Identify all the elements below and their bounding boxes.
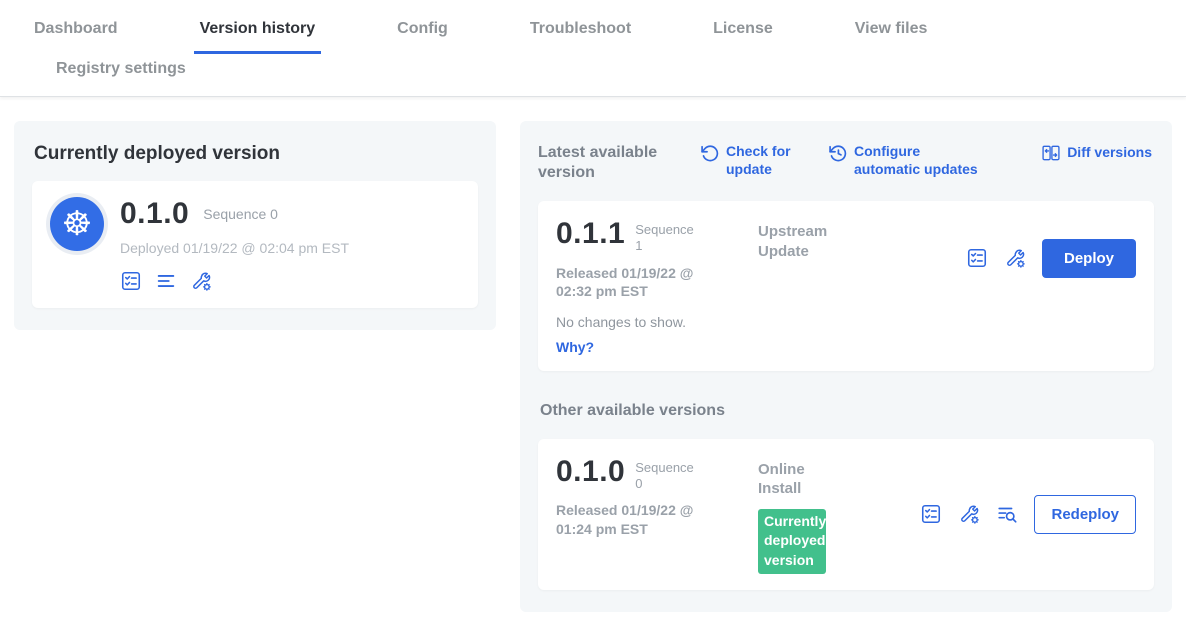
deploy-button[interactable]: Deploy <box>1042 239 1136 278</box>
edit-config-wrench-gear-icon[interactable] <box>1004 247 1026 269</box>
currently-deployed-panel: Currently deployed version ☸ 0.1.0 Seque… <box>14 121 496 330</box>
release-notes-icon[interactable] <box>120 270 142 292</box>
refresh-icon <box>700 143 720 163</box>
latest-version-sequence: Sequence 1 <box>635 222 695 255</box>
top-navigation: Dashboard Version history Config Trouble… <box>0 0 1186 97</box>
latest-released-timestamp: Released 01/19/22 @ 02:32 pm EST <box>556 264 708 300</box>
latest-version-actions: Deploy <box>966 239 1136 278</box>
other-available-versions-title: Other available versions <box>540 401 1154 421</box>
current-deployed-timestamp: Deployed 01/19/22 @ 02:04 pm EST <box>120 240 349 256</box>
latest-available-header: Latest available version Check for updat… <box>538 143 1154 183</box>
latest-version-source: Upstream Update <box>758 222 840 300</box>
tab-license[interactable]: License <box>707 14 779 54</box>
why-link[interactable]: Why? <box>556 339 1136 355</box>
other-version-source: Online Install <box>758 460 840 499</box>
release-notes-icon[interactable] <box>920 503 942 525</box>
diff-versions-icon <box>1041 143 1061 163</box>
latest-version-number: 0.1.1 <box>556 217 625 251</box>
tab-registry-settings[interactable]: Registry settings <box>50 56 1186 82</box>
tab-version-history[interactable]: Version history <box>194 14 322 54</box>
current-version-sequence: Sequence 0 <box>203 206 278 222</box>
tab-troubleshoot[interactable]: Troubleshoot <box>524 14 637 54</box>
auto-update-icon <box>828 143 848 163</box>
edit-config-wrench-gear-icon[interactable] <box>190 270 212 292</box>
release-notes-icon[interactable] <box>966 247 988 269</box>
other-version-card: 0.1.0 Sequence 0 Released 01/19/22 @ 01:… <box>538 439 1154 590</box>
other-released-timestamp: Released 01/19/22 @ 01:24 pm EST <box>556 501 708 537</box>
nav-tab-row-secondary: Registry settings <box>0 54 1186 96</box>
edit-config-wrench-gear-icon[interactable] <box>958 503 980 525</box>
kubernetes-logo-icon: ☸ <box>50 197 104 251</box>
other-version-sequence: Sequence 0 <box>635 460 695 493</box>
current-version-number: 0.1.0 <box>120 197 189 231</box>
available-versions-panel: Latest available version Check for updat… <box>520 121 1172 612</box>
view-files-icon[interactable] <box>155 270 177 292</box>
check-for-update-link[interactable]: Check for update <box>700 143 798 178</box>
no-changes-text: No changes to show. <box>556 314 1136 330</box>
tab-view-files[interactable]: View files <box>849 14 934 54</box>
latest-available-title: Latest available version <box>538 143 670 183</box>
other-version-source-block: Online Install Currently deployed versio… <box>758 455 873 574</box>
redeploy-button[interactable]: Redeploy <box>1034 495 1136 534</box>
configure-automatic-updates-link[interactable]: Configure automatic updates <box>828 143 984 178</box>
other-version-actions: Redeploy <box>920 495 1136 534</box>
nav-tab-row-primary: Dashboard Version history Config Trouble… <box>0 0 1186 54</box>
currently-deployed-badge: Currently deployed version <box>758 509 826 574</box>
view-diff-icon[interactable] <box>996 503 1018 525</box>
tab-config[interactable]: Config <box>391 14 454 54</box>
tab-dashboard[interactable]: Dashboard <box>28 14 124 54</box>
other-version-number: 0.1.0 <box>556 455 625 489</box>
latest-version-info: 0.1.1 Sequence 1 Released 01/19/22 @ 02:… <box>556 217 746 300</box>
current-version-details: 0.1.0 Sequence 0 Deployed 01/19/22 @ 02:… <box>120 197 349 292</box>
other-version-info: 0.1.0 Sequence 0 Released 01/19/22 @ 01:… <box>556 455 746 574</box>
main-content: Currently deployed version ☸ 0.1.0 Seque… <box>0 97 1186 636</box>
current-version-card: ☸ 0.1.0 Sequence 0 Deployed 01/19/22 @ 0… <box>32 181 478 308</box>
latest-version-card: 0.1.1 Sequence 1 Released 01/19/22 @ 02:… <box>538 201 1154 371</box>
currently-deployed-title: Currently deployed version <box>34 143 478 165</box>
diff-versions-link[interactable]: Diff versions <box>1041 143 1152 163</box>
